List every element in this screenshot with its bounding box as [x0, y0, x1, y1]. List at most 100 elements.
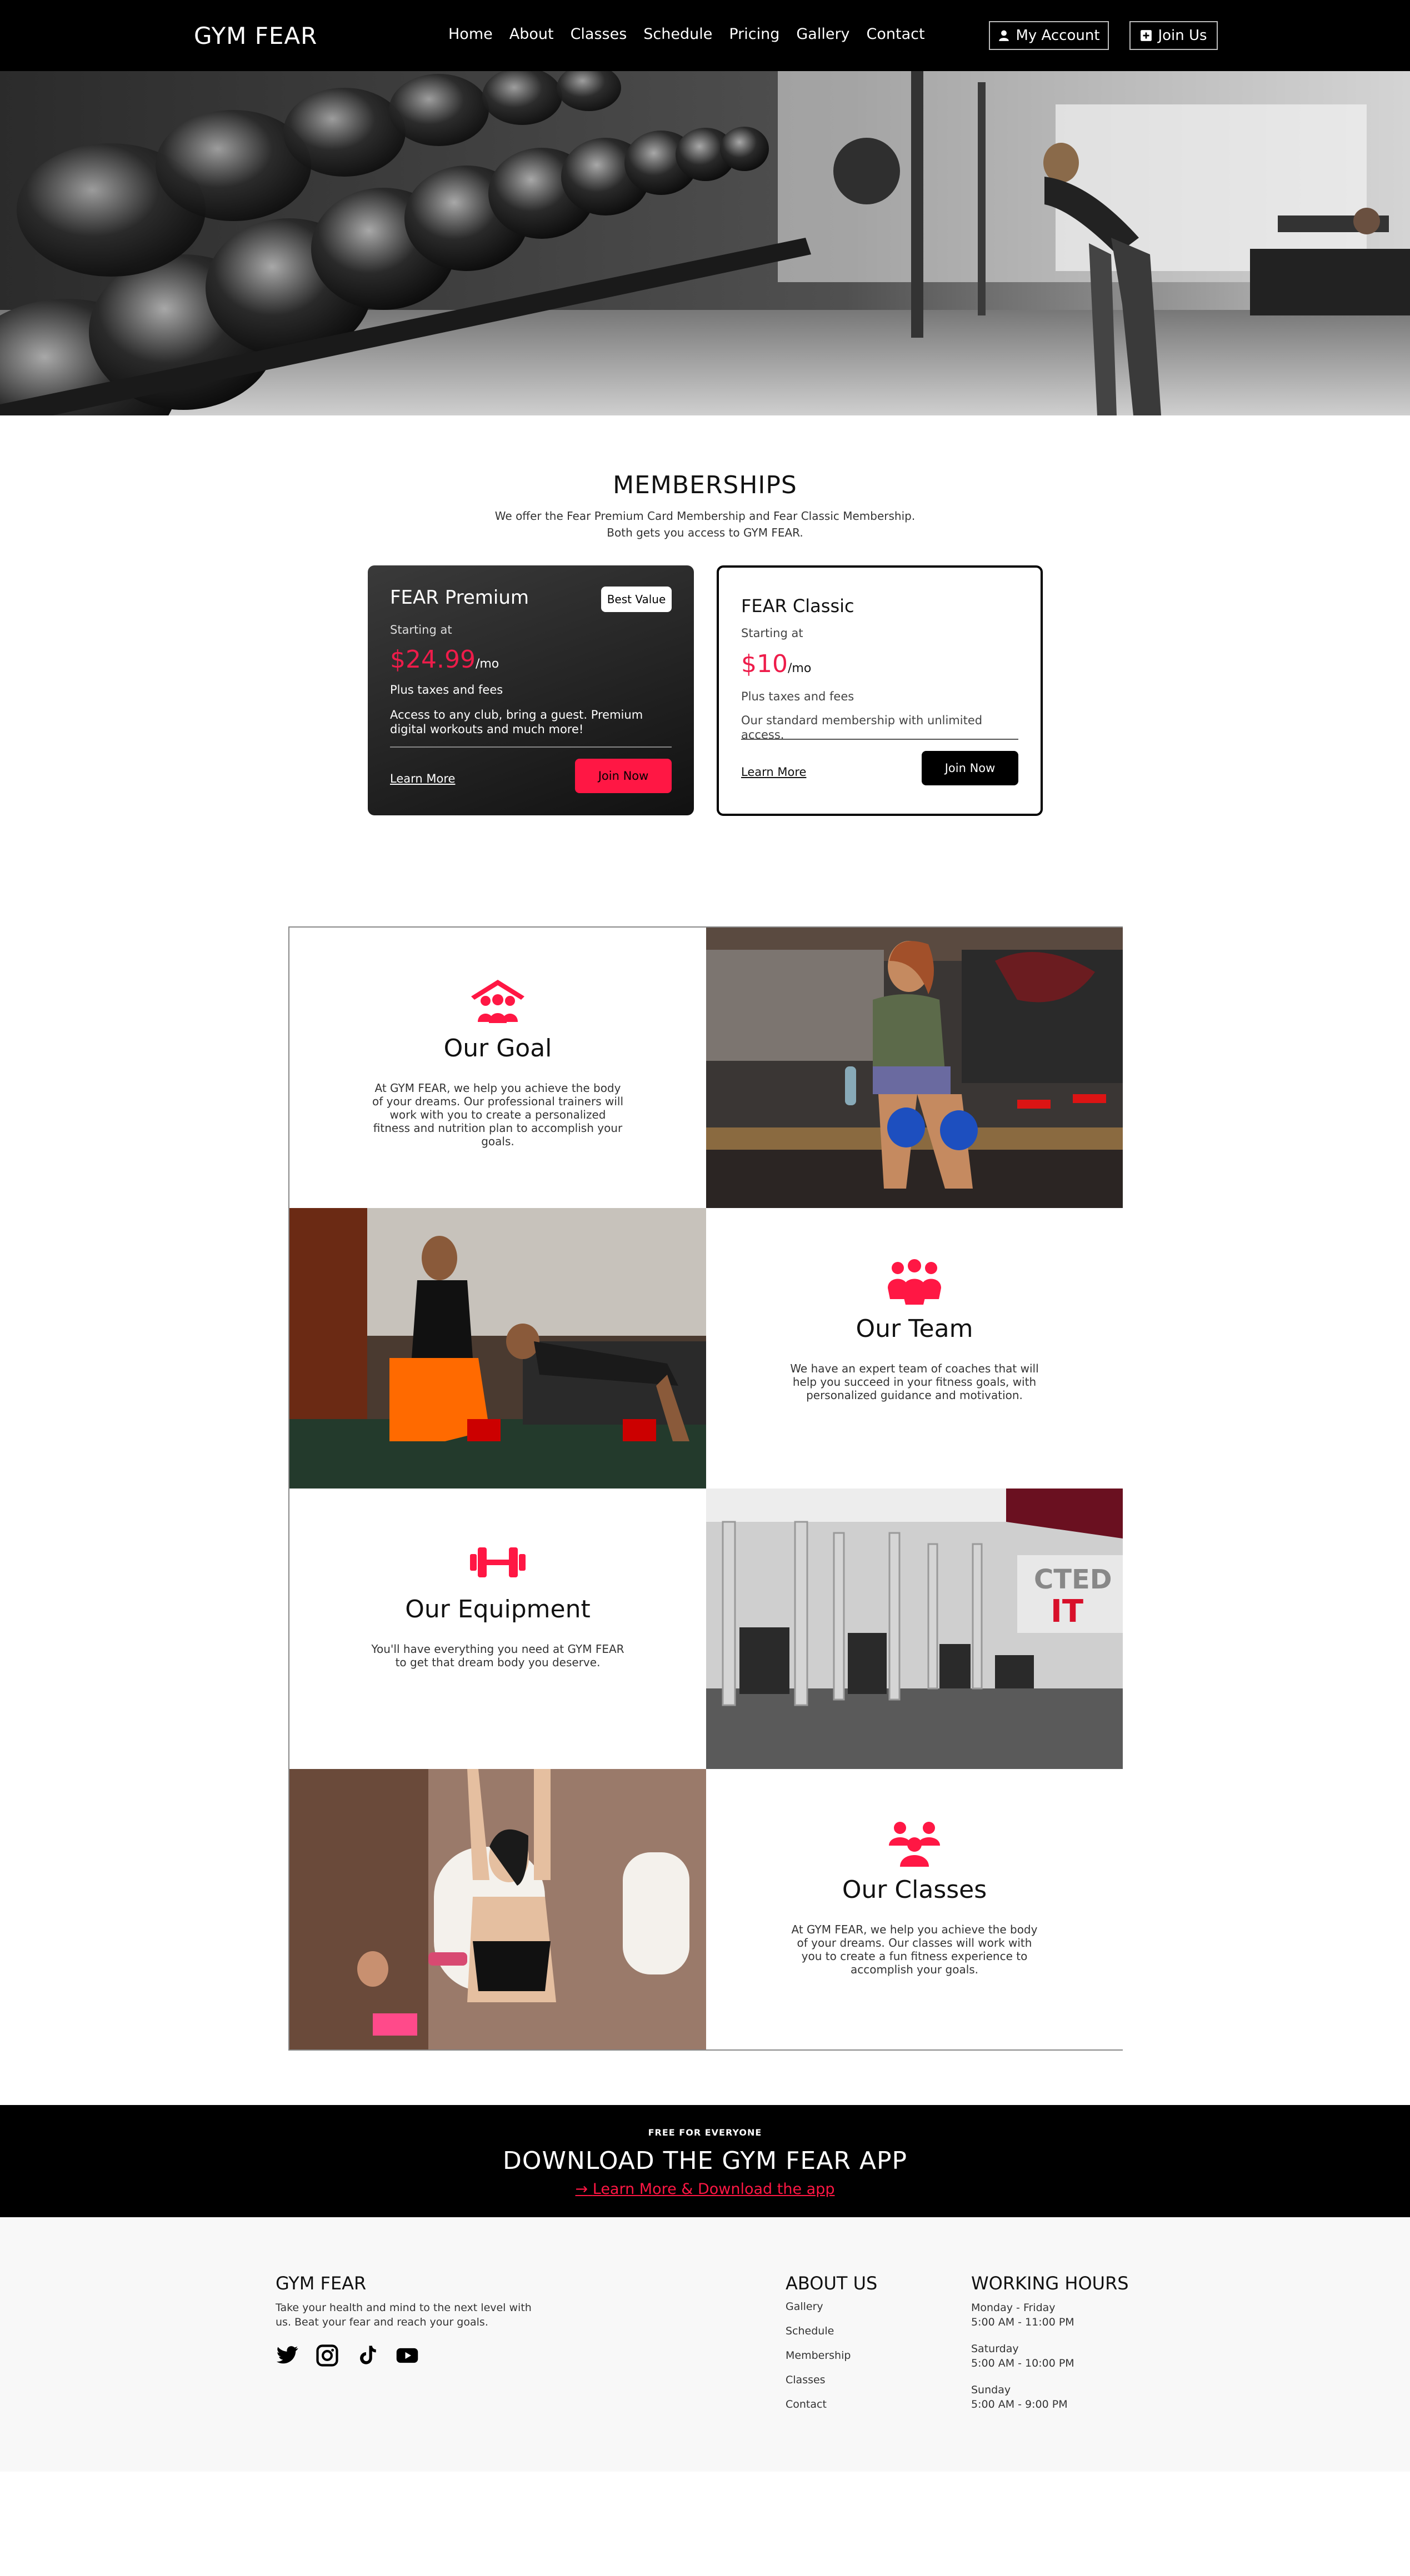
- nav-link-contact[interactable]: Contact: [867, 26, 925, 43]
- classic-tax-note: Plus taxes and fees: [741, 690, 854, 703]
- classic-card-name: FEAR Classic: [741, 595, 854, 617]
- premium-description: Access to any club, bring a guest. Premi…: [390, 708, 643, 736]
- hours-time-sunday: 5:00 AM - 9:00 PM: [971, 2398, 1068, 2410]
- app-kicker: FREE FOR EVERYONE: [648, 2127, 762, 2138]
- download-app-link-label: Learn More & Download the app: [592, 2181, 835, 2198]
- team-tile: Our Team We have an expert team of coach…: [706, 1208, 1123, 1489]
- hero-image: [0, 71, 1410, 415]
- youtube-icon[interactable]: [396, 2344, 419, 2367]
- memberships-title: MEMBERSHIPS: [613, 471, 797, 499]
- trainer-pushup-photo: [289, 1208, 706, 1489]
- working-hours-list: Monday - Friday 5:00 AM - 11:00 PM Satur…: [971, 2301, 1074, 2424]
- my-account-button[interactable]: My Account: [989, 21, 1109, 50]
- best-value-badge: Best Value: [601, 587, 672, 612]
- premium-membership-card: FEAR Premium Best Value Starting at $24.…: [368, 565, 694, 815]
- nav-link-pricing[interactable]: Pricing: [729, 26, 779, 43]
- team-body: We have an expert team of coaches that w…: [790, 1362, 1039, 1402]
- footer-link-membership[interactable]: Membership: [786, 2349, 851, 2374]
- nav-link-home[interactable]: Home: [448, 26, 493, 43]
- goal-tile: Our Goal At GYM FEAR, we help you achiev…: [289, 928, 706, 1208]
- goal-body: At GYM FEAR, we help you achieve the bod…: [372, 1081, 624, 1148]
- nav-link-classes[interactable]: Classes: [571, 26, 627, 43]
- premium-starting-label: Starting at: [390, 623, 452, 637]
- working-hours-title: WORKING HOURS: [971, 2273, 1129, 2294]
- nav-links: Home About Classes Schedule Pricing Gall…: [448, 26, 925, 43]
- social-links: [276, 2344, 419, 2367]
- tiktok-icon[interactable]: [356, 2344, 379, 2367]
- classic-price: $10/mo: [741, 650, 811, 678]
- equipment-tile: Our Equipment You'll have everything you…: [289, 1489, 706, 1769]
- memberships-subtitle: We offer the Fear Premium Card Membershi…: [0, 508, 1410, 541]
- gym-floor-photo: CTED IT: [706, 1489, 1123, 1769]
- memberships-subtitle-line1: We offer the Fear Premium Card Membershi…: [494, 509, 916, 523]
- join-us-button[interactable]: Join Us: [1129, 21, 1218, 50]
- premium-learn-more-link[interactable]: Learn More: [390, 772, 455, 785]
- classic-learn-more-link[interactable]: Learn More: [741, 765, 806, 779]
- twitter-icon[interactable]: [276, 2344, 299, 2367]
- svg-text:IT: IT: [1051, 1593, 1083, 1630]
- classic-starting-label: Starting at: [741, 627, 803, 640]
- brand-logo[interactable]: GYM FEAR: [194, 22, 317, 49]
- premium-card-name: FEAR Premium: [390, 587, 529, 609]
- nav-link-about[interactable]: About: [509, 26, 554, 43]
- download-app-banner: FREE FOR EVERYONE DOWNLOAD THE GYM FEAR …: [0, 2105, 1410, 2217]
- hours-day-sunday: Sunday: [971, 2384, 1011, 2396]
- classic-price-amount: $10: [741, 650, 788, 678]
- dumbbell-class-photo: [289, 1769, 706, 2049]
- house-family-icon: [471, 980, 524, 1023]
- classic-membership-card: FEAR Classic Starting at $10/mo Plus tax…: [717, 565, 1043, 816]
- footer-brand: GYM FEAR: [276, 2273, 367, 2294]
- goal-photo: [706, 928, 1123, 1208]
- features-grid: Our Goal At GYM FEAR, we help you achiev…: [288, 926, 1123, 2051]
- hours-time-saturday: 5:00 AM - 10:00 PM: [971, 2357, 1074, 2369]
- hours-day-weekday: Monday - Friday: [971, 2302, 1056, 2314]
- classic-join-now-button[interactable]: Join Now: [922, 751, 1018, 785]
- premium-tax-note: Plus taxes and fees: [390, 683, 503, 696]
- memberships-section: MEMBERSHIPS We offer the Fear Premium Ca…: [0, 415, 1410, 942]
- footer-link-classes[interactable]: Classes: [786, 2374, 851, 2398]
- hours-day-saturday: Saturday: [971, 2343, 1019, 2355]
- about-us-links: Gallery Schedule Membership Classes Cont…: [786, 2301, 851, 2423]
- premium-join-now-button[interactable]: Join Now: [575, 759, 672, 793]
- classes-tile: Our Classes At GYM FEAR, we help you ach…: [706, 1769, 1123, 2049]
- memberships-subtitle-line2: Both gets you access to GYM FEAR.: [607, 526, 803, 539]
- classes-title: Our Classes: [842, 1876, 987, 1904]
- premium-price-period: /mo: [475, 657, 499, 671]
- classic-divider: [741, 739, 1018, 740]
- classes-body: At GYM FEAR, we help you achieve the bod…: [791, 1923, 1038, 1976]
- footer: GYM FEAR Take your health and mind to th…: [0, 2217, 1410, 2472]
- premium-price: $24.99/mo: [390, 645, 499, 674]
- classes-photo: [289, 1769, 706, 2049]
- woman-on-bench-photo: [706, 928, 1123, 1208]
- equipment-title: Our Equipment: [405, 1595, 591, 1623]
- goal-title: Our Goal: [443, 1034, 552, 1063]
- hours-time-weekday: 5:00 AM - 11:00 PM: [971, 2316, 1074, 2328]
- team-photo: [289, 1208, 706, 1489]
- about-us-title: ABOUT US: [786, 2273, 878, 2294]
- people-icon: [889, 1822, 940, 1867]
- footer-link-contact[interactable]: Contact: [786, 2398, 851, 2423]
- footer-link-schedule[interactable]: Schedule: [786, 2325, 851, 2349]
- team-title: Our Team: [856, 1315, 973, 1343]
- dumbbell-icon: [470, 1547, 526, 1577]
- arrow-right-icon: →: [575, 2181, 588, 2198]
- group-icon: [888, 1259, 941, 1305]
- hero-gym-photo: [0, 71, 1410, 415]
- svg-text:CTED: CTED: [1034, 1564, 1112, 1595]
- equipment-body: You'll have everything you need at GYM F…: [371, 1642, 624, 1669]
- equipment-photo: CTED IT: [706, 1489, 1123, 1769]
- footer-link-gallery[interactable]: Gallery: [786, 2301, 851, 2325]
- nav-link-gallery[interactable]: Gallery: [796, 26, 849, 43]
- top-navbar: GYM FEAR Home About Classes Schedule Pri…: [0, 0, 1410, 71]
- classic-price-period: /mo: [787, 661, 812, 675]
- premium-divider: [390, 746, 672, 748]
- download-app-link[interactable]: → Learn More & Download the app: [0, 2181, 1410, 2198]
- my-account-label: My Account: [1016, 27, 1100, 44]
- nav-link-schedule[interactable]: Schedule: [643, 26, 712, 43]
- app-title: DOWNLOAD THE GYM FEAR APP: [502, 2147, 908, 2175]
- user-icon: [999, 30, 1009, 41]
- join-us-label: Join Us: [1158, 27, 1207, 44]
- premium-price-amount: $24.99: [390, 645, 476, 674]
- instagram-icon[interactable]: [316, 2344, 339, 2367]
- footer-tagline: Take your health and mind to the next le…: [276, 2302, 532, 2328]
